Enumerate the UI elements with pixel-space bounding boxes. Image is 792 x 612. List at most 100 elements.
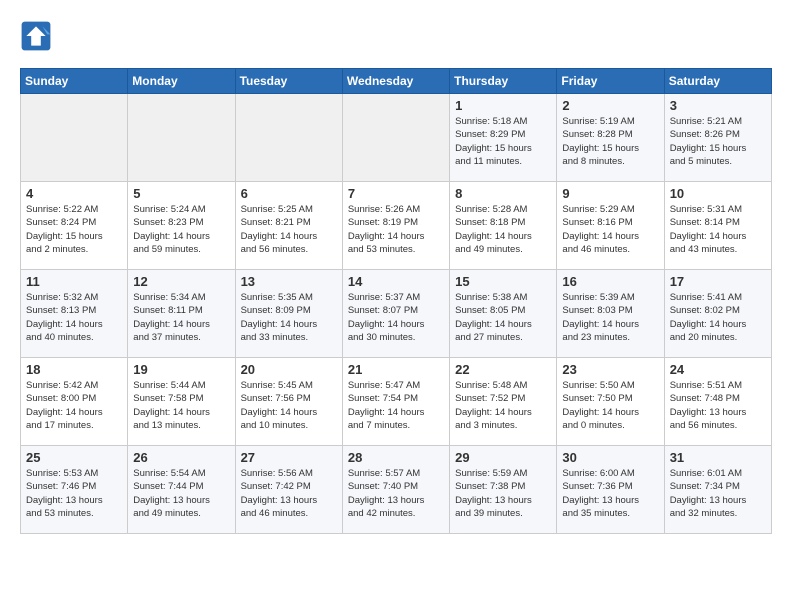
calendar-cell: 23 Sunrise: 5:50 AM Sunset: 7:50 PM Dayli…	[557, 358, 664, 446]
day-number: 5	[133, 186, 229, 201]
calendar-cell: 7 Sunrise: 5:26 AM Sunset: 8:19 PM Daylig…	[342, 182, 449, 270]
day-info: Sunrise: 5:34 AM Sunset: 8:11 PM Dayligh…	[133, 291, 229, 344]
day-info: Sunrise: 5:38 AM Sunset: 8:05 PM Dayligh…	[455, 291, 551, 344]
day-info: Sunrise: 5:45 AM Sunset: 7:56 PM Dayligh…	[241, 379, 337, 432]
calendar-cell: 20 Sunrise: 5:45 AM Sunset: 7:56 PM Dayli…	[235, 358, 342, 446]
calendar-cell: 16 Sunrise: 5:39 AM Sunset: 8:03 PM Dayli…	[557, 270, 664, 358]
day-info: Sunrise: 5:39 AM Sunset: 8:03 PM Dayligh…	[562, 291, 658, 344]
day-number: 15	[455, 274, 551, 289]
calendar-cell: 26Sunrise: 5:54 AM Sunset: 7:44 PM Dayli…	[128, 446, 235, 534]
calendar-cell: 11 Sunrise: 5:32 AM Sunset: 8:13 PM Dayli…	[21, 270, 128, 358]
weekday-header-friday: Friday	[557, 69, 664, 94]
calendar-cell: 8 Sunrise: 5:28 AM Sunset: 8:18 PM Daylig…	[450, 182, 557, 270]
calendar-cell: 18 Sunrise: 5:42 AM Sunset: 8:00 PM Dayli…	[21, 358, 128, 446]
day-number: 22	[455, 362, 551, 377]
day-number: 26	[133, 450, 229, 465]
calendar-cell: 3 Sunrise: 5:21 AM Sunset: 8:26 PM Daylig…	[664, 94, 771, 182]
day-info: Sunrise: 5:22 AM Sunset: 8:24 PM Dayligh…	[26, 203, 122, 256]
calendar-cell: 19Sunrise: 5:44 AM Sunset: 7:58 PM Dayli…	[128, 358, 235, 446]
day-info: Sunrise: 5:24 AM Sunset: 8:23 PM Dayligh…	[133, 203, 229, 256]
day-number: 13	[241, 274, 337, 289]
day-info: Sunrise: 5:37 AM Sunset: 8:07 PM Dayligh…	[348, 291, 444, 344]
day-info: Sunrise: 5:50 AM Sunset: 7:50 PM Dayligh…	[562, 379, 658, 432]
calendar-cell	[342, 94, 449, 182]
day-info: Sunrise: 5:31 AM Sunset: 8:14 PM Dayligh…	[670, 203, 766, 256]
day-number: 10	[670, 186, 766, 201]
page-header	[20, 20, 772, 52]
day-number: 24	[670, 362, 766, 377]
calendar-week-3: 11 Sunrise: 5:32 AM Sunset: 8:13 PM Dayli…	[21, 270, 772, 358]
day-info: Sunrise: 5:57 AM Sunset: 7:40 PM Dayligh…	[348, 467, 444, 520]
calendar-cell: 29Sunrise: 5:59 AM Sunset: 7:38 PM Dayli…	[450, 446, 557, 534]
calendar-week-5: 25Sunrise: 5:53 AM Sunset: 7:46 PM Dayli…	[21, 446, 772, 534]
weekday-header-sunday: Sunday	[21, 69, 128, 94]
calendar-cell	[235, 94, 342, 182]
calendar-cell: 13 Sunrise: 5:35 AM Sunset: 8:09 PM Dayli…	[235, 270, 342, 358]
logo	[20, 20, 58, 52]
day-info: Sunrise: 5:35 AM Sunset: 8:09 PM Dayligh…	[241, 291, 337, 344]
weekday-header-thursday: Thursday	[450, 69, 557, 94]
calendar-cell: 2 Sunrise: 5:19 AM Sunset: 8:28 PM Daylig…	[557, 94, 664, 182]
day-number: 17	[670, 274, 766, 289]
day-number: 30	[562, 450, 658, 465]
day-info: Sunrise: 5:28 AM Sunset: 8:18 PM Dayligh…	[455, 203, 551, 256]
logo-icon	[20, 20, 52, 52]
day-number: 9	[562, 186, 658, 201]
day-number: 3	[670, 98, 766, 113]
calendar-cell	[128, 94, 235, 182]
day-info: Sunrise: 6:00 AM Sunset: 7:36 PM Dayligh…	[562, 467, 658, 520]
calendar-cell: 21Sunrise: 5:47 AM Sunset: 7:54 PM Dayli…	[342, 358, 449, 446]
calendar-cell: 15 Sunrise: 5:38 AM Sunset: 8:05 PM Dayli…	[450, 270, 557, 358]
calendar-cell: 10 Sunrise: 5:31 AM Sunset: 8:14 PM Dayli…	[664, 182, 771, 270]
day-info: Sunrise: 5:51 AM Sunset: 7:48 PM Dayligh…	[670, 379, 766, 432]
day-number: 21	[348, 362, 444, 377]
day-number: 27	[241, 450, 337, 465]
calendar-cell: 4 Sunrise: 5:22 AM Sunset: 8:24 PM Daylig…	[21, 182, 128, 270]
day-number: 20	[241, 362, 337, 377]
calendar-cell: 25Sunrise: 5:53 AM Sunset: 7:46 PM Dayli…	[21, 446, 128, 534]
calendar-cell: 31Sunrise: 6:01 AM Sunset: 7:34 PM Dayli…	[664, 446, 771, 534]
day-number: 16	[562, 274, 658, 289]
day-number: 8	[455, 186, 551, 201]
day-info: Sunrise: 5:41 AM Sunset: 8:02 PM Dayligh…	[670, 291, 766, 344]
calendar-cell: 6 Sunrise: 5:25 AM Sunset: 8:21 PM Daylig…	[235, 182, 342, 270]
weekday-header-tuesday: Tuesday	[235, 69, 342, 94]
calendar-cell: 28 Sunrise: 5:57 AM Sunset: 7:40 PM Dayli…	[342, 446, 449, 534]
day-number: 29	[455, 450, 551, 465]
day-info: Sunrise: 5:21 AM Sunset: 8:26 PM Dayligh…	[670, 115, 766, 168]
day-number: 7	[348, 186, 444, 201]
day-info: Sunrise: 5:18 AM Sunset: 8:29 PM Dayligh…	[455, 115, 551, 168]
day-number: 28	[348, 450, 444, 465]
day-info: Sunrise: 5:29 AM Sunset: 8:16 PM Dayligh…	[562, 203, 658, 256]
weekday-header-row: SundayMondayTuesdayWednesdayThursdayFrid…	[21, 69, 772, 94]
calendar-cell: 17 Sunrise: 5:41 AM Sunset: 8:02 PM Dayli…	[664, 270, 771, 358]
calendar-cell: 5 Sunrise: 5:24 AM Sunset: 8:23 PM Daylig…	[128, 182, 235, 270]
day-info: Sunrise: 5:32 AM Sunset: 8:13 PM Dayligh…	[26, 291, 122, 344]
calendar-week-4: 18 Sunrise: 5:42 AM Sunset: 8:00 PM Dayli…	[21, 358, 772, 446]
weekday-header-saturday: Saturday	[664, 69, 771, 94]
day-info: Sunrise: 5:48 AM Sunset: 7:52 PM Dayligh…	[455, 379, 551, 432]
day-info: Sunrise: 6:01 AM Sunset: 7:34 PM Dayligh…	[670, 467, 766, 520]
day-number: 4	[26, 186, 122, 201]
calendar-cell: 9 Sunrise: 5:29 AM Sunset: 8:16 PM Daylig…	[557, 182, 664, 270]
calendar-week-2: 4 Sunrise: 5:22 AM Sunset: 8:24 PM Daylig…	[21, 182, 772, 270]
calendar-cell: 27 Sunrise: 5:56 AM Sunset: 7:42 PM Dayli…	[235, 446, 342, 534]
day-info: Sunrise: 5:25 AM Sunset: 8:21 PM Dayligh…	[241, 203, 337, 256]
calendar-cell: 14Sunrise: 5:37 AM Sunset: 8:07 PM Dayli…	[342, 270, 449, 358]
day-number: 11	[26, 274, 122, 289]
calendar-week-1: 1 Sunrise: 5:18 AM Sunset: 8:29 PM Daylig…	[21, 94, 772, 182]
day-info: Sunrise: 5:42 AM Sunset: 8:00 PM Dayligh…	[26, 379, 122, 432]
day-number: 1	[455, 98, 551, 113]
day-number: 2	[562, 98, 658, 113]
weekday-header-monday: Monday	[128, 69, 235, 94]
day-info: Sunrise: 5:19 AM Sunset: 8:28 PM Dayligh…	[562, 115, 658, 168]
day-number: 25	[26, 450, 122, 465]
calendar-table: SundayMondayTuesdayWednesdayThursdayFrid…	[20, 68, 772, 534]
day-number: 6	[241, 186, 337, 201]
day-info: Sunrise: 5:56 AM Sunset: 7:42 PM Dayligh…	[241, 467, 337, 520]
day-info: Sunrise: 5:44 AM Sunset: 7:58 PM Dayligh…	[133, 379, 229, 432]
day-number: 18	[26, 362, 122, 377]
day-info: Sunrise: 5:26 AM Sunset: 8:19 PM Dayligh…	[348, 203, 444, 256]
calendar-cell: 22 Sunrise: 5:48 AM Sunset: 7:52 PM Dayli…	[450, 358, 557, 446]
day-number: 23	[562, 362, 658, 377]
